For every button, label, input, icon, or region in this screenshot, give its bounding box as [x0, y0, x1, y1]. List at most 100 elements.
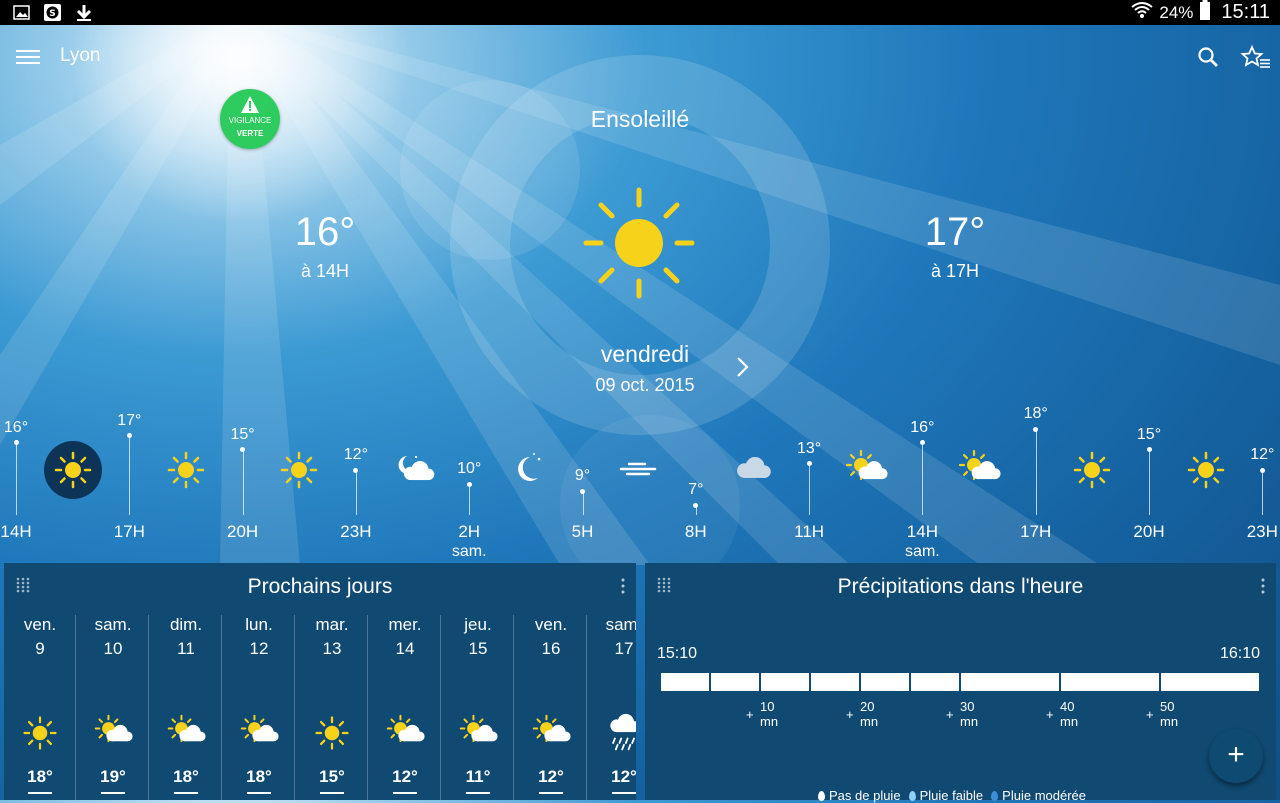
hour-label: 14H: [0, 522, 32, 541]
day-forecast-item[interactable]: ven. 16 12°: [515, 615, 587, 800]
search-button[interactable]: [1196, 45, 1222, 71]
precipitation-card: Précipitations dans l'heure 15:10 16:10 …: [645, 563, 1276, 803]
day-number: 9: [35, 639, 45, 658]
next-day-button[interactable]: [732, 352, 754, 382]
hour-temp-dot: [466, 481, 472, 487]
day-forecast-item[interactable]: mer. 14 12°: [369, 615, 441, 800]
temp-underline: [393, 792, 417, 794]
cloud-icon[interactable]: [730, 448, 774, 492]
clock: 15:11: [1221, 1, 1270, 23]
hour-temp: 12°: [343, 446, 368, 464]
precip-segment: [861, 673, 909, 691]
wifi-icon: [1131, 1, 1154, 24]
hour-temp: 9°: [574, 467, 591, 485]
temp-underline: [28, 792, 52, 794]
sun-cloud-icon: [531, 713, 571, 753]
day-forecast-item[interactable]: dim. 11 18°: [150, 615, 222, 800]
vigilance-label: VIGILANCE: [228, 116, 272, 125]
hour-label: 20H: [1133, 522, 1165, 541]
sun-icon[interactable]: [164, 448, 208, 492]
add-widget-button[interactable]: +: [1209, 729, 1263, 783]
temp-underline: [174, 792, 198, 794]
day-separator: [294, 615, 295, 800]
precip-segment: [1161, 673, 1259, 691]
precip-segment: [661, 673, 709, 691]
card-menu-button[interactable]: [1258, 577, 1268, 595]
fog-icon[interactable]: [617, 448, 661, 492]
day-forecast-item[interactable]: ven. 9 18°: [4, 615, 76, 800]
sun-icon[interactable]: [1070, 448, 1114, 492]
day-name: sam.: [94, 615, 132, 634]
day-forecast-item[interactable]: mar. 13 15°: [296, 615, 368, 800]
precip-segment: [961, 673, 1059, 691]
city-name[interactable]: Lyon: [60, 45, 101, 67]
day-temp: 18°: [246, 767, 272, 786]
vigilance-badge[interactable]: VIGILANCE VERTE: [220, 89, 280, 149]
precip-segment: [911, 673, 959, 691]
day-temp: 12°: [392, 767, 418, 786]
search-icon: [1198, 47, 1218, 67]
day-forecast-item[interactable]: lun. 12 18°: [223, 615, 295, 800]
sun-icon[interactable]: [43, 441, 102, 499]
hour-temp-dot: [806, 461, 812, 467]
hour-temp: 16°: [910, 418, 935, 436]
current-condition: Ensoleillé: [590, 106, 690, 132]
legend-item: Pluie modérée: [991, 788, 1086, 803]
day-forecast-item[interactable]: sam. 10 19°: [77, 615, 149, 800]
sun-icon[interactable]: [277, 448, 321, 492]
hour-temp-dot: [1033, 426, 1039, 432]
day-number: 11: [177, 639, 195, 658]
day-name: mer.: [388, 615, 422, 634]
hour-temp-line: [355, 470, 357, 515]
status-bar: S 24% 15:11: [0, 0, 1280, 25]
sun-icon: [583, 187, 695, 299]
hour-label: 2H: [458, 522, 481, 541]
moon-cloud-icon[interactable]: [391, 448, 435, 492]
card-menu-button[interactable]: [618, 577, 628, 595]
hour-temp-dot: [919, 440, 925, 446]
day-name: lun.: [245, 615, 273, 634]
sun-icon: [20, 713, 60, 753]
hourly-forecast[interactable]: 16° 14H 17° 17H 15° 20H 12° 23H 10° 2H sam. 9° 5H 7° 8…: [0, 405, 1280, 565]
hour-label: 14H: [906, 522, 938, 541]
min-temp-time: à 14H: [300, 261, 350, 281]
day-name: ven.: [23, 615, 57, 634]
battery-icon: [1199, 0, 1211, 25]
current-date: 09 oct. 2015: [595, 375, 695, 395]
hour-temp-dot: [580, 488, 585, 494]
hour-temp: 10°: [457, 460, 482, 478]
hour-temp-dot: [240, 447, 246, 453]
hour-temp-dot: [693, 502, 699, 508]
menu-button[interactable]: [16, 46, 40, 68]
moon-icon[interactable]: [504, 448, 548, 492]
day-number: 12: [249, 639, 269, 658]
rain-cloud-icon: [604, 713, 636, 753]
hour-temp-dot: [13, 440, 19, 446]
day-number: 17: [614, 639, 634, 658]
sun-cloud-icon[interactable]: [844, 448, 888, 492]
shazam-icon: S: [43, 3, 62, 22]
temp-underline: [612, 792, 636, 794]
temp-underline: [101, 792, 125, 794]
hour-label: 20H: [227, 522, 259, 541]
day-temp: 19°: [100, 767, 126, 786]
day-separator: [75, 615, 76, 800]
sun-icon[interactable]: [1184, 448, 1228, 492]
precip-segment: [761, 673, 809, 691]
sun-cloud-icon[interactable]: [957, 448, 1001, 492]
more-vert-icon: [621, 578, 625, 594]
day-separator: [221, 615, 222, 800]
sun-cloud-icon: [458, 713, 498, 753]
favorites-button[interactable]: [1240, 44, 1272, 72]
hour-temp-dot: [1259, 467, 1265, 473]
hour-temp-line: [1035, 429, 1037, 515]
warning-icon: [241, 96, 259, 113]
day-temp: 12°: [611, 767, 636, 786]
hour-day-label: sam.: [905, 543, 940, 560]
day-forecast-item[interactable]: sam. 17 12°: [588, 615, 636, 800]
day-number: 13: [322, 639, 342, 658]
day-forecast-item[interactable]: jeu. 15 11°: [442, 615, 514, 800]
legend-item: Pas de pluie: [818, 788, 901, 803]
day-temp: 18°: [27, 767, 53, 786]
hour-label: 8H: [684, 522, 707, 541]
